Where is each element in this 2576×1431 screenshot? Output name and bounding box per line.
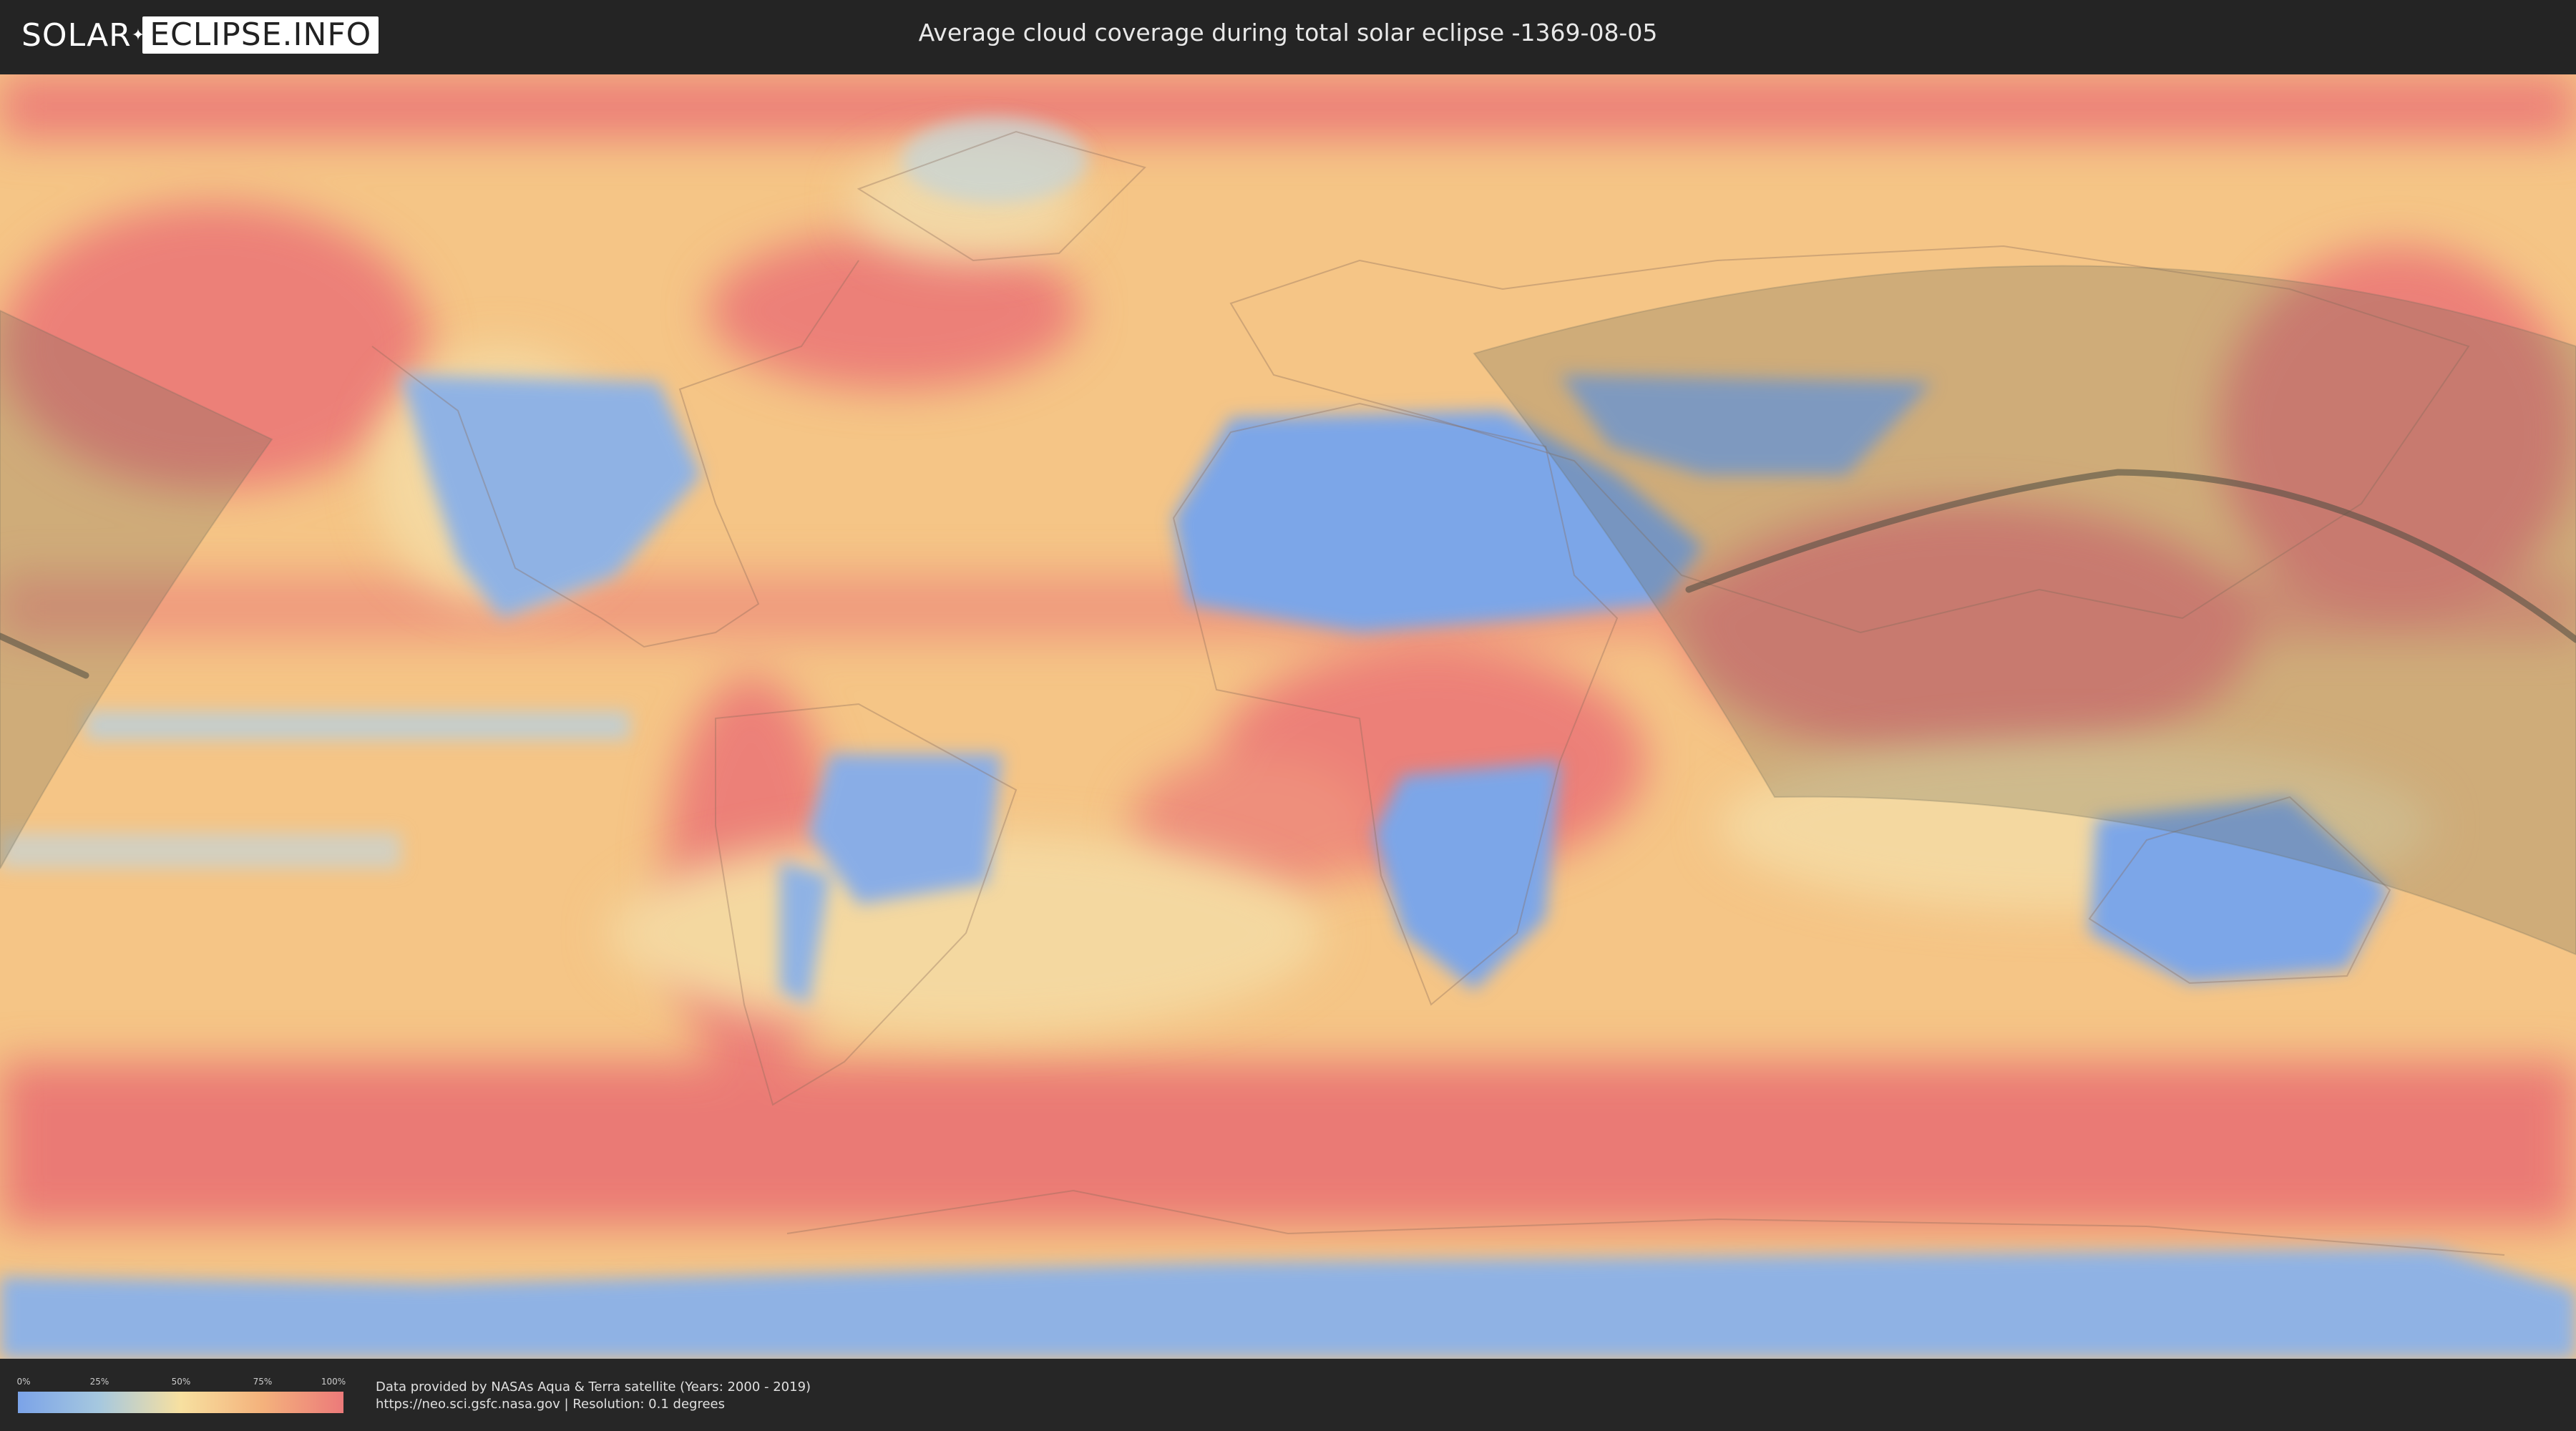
header-bar: SOLAR ✦ ECLIPSE.INFO Average cloud cover… xyxy=(0,0,2576,72)
legend-tick-50: 50% xyxy=(171,1377,191,1387)
footer-bar xyxy=(0,1359,2576,1431)
page-title: Average cloud coverage during total sola… xyxy=(918,19,1658,47)
legend-tick-75: 75% xyxy=(253,1377,273,1387)
credit-line-1: Data provided by NASAs Aqua & Terra sate… xyxy=(376,1379,811,1395)
cloud-coverage-map[interactable] xyxy=(0,74,2576,1359)
credit-line-2: https://neo.sci.gsfc.nasa.gov | Resoluti… xyxy=(376,1397,725,1412)
legend-tick-0: 0% xyxy=(16,1377,31,1387)
world-map-svg xyxy=(0,74,2576,1359)
legend-tick-100: 100% xyxy=(321,1377,346,1387)
legend-color-bar xyxy=(18,1392,343,1413)
legend-tick-25: 25% xyxy=(89,1377,109,1387)
